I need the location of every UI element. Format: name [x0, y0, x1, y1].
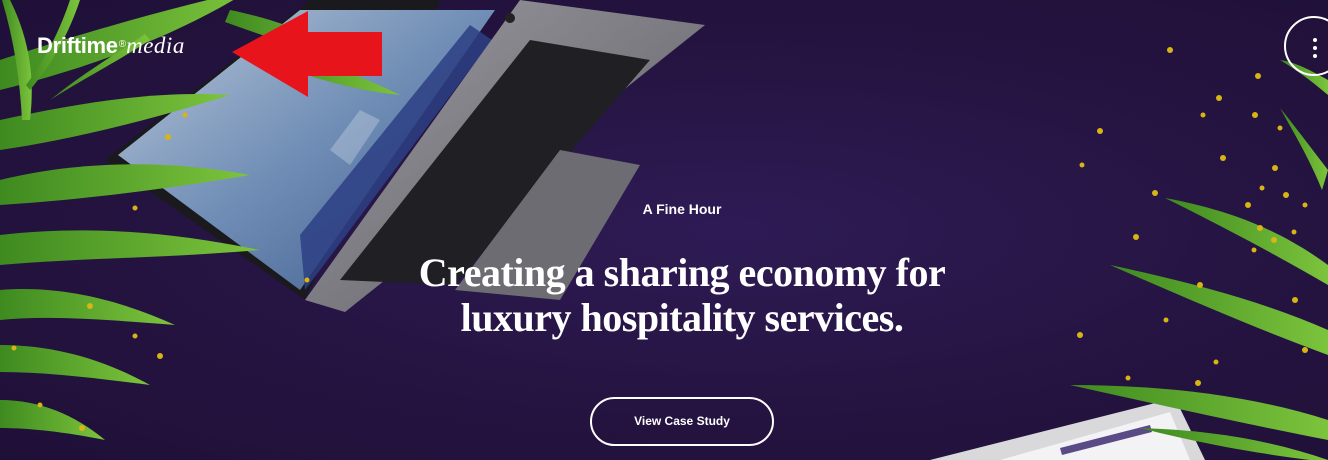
- hero-background-artwork: [0, 0, 1328, 460]
- view-case-study-button[interactable]: View Case Study: [590, 397, 774, 446]
- headline-line-1: Creating a sharing economy for: [418, 250, 946, 295]
- registered-mark: ®: [118, 38, 127, 50]
- headline-line-2: luxury hospitality services.: [460, 295, 904, 340]
- hero-section: Driftime®media A Fine Hour Creating a sh…: [0, 0, 1328, 460]
- logo-brand: Driftime: [37, 33, 118, 58]
- tablet-image: [930, 398, 1205, 460]
- project-name: A Fine Hour: [642, 201, 722, 217]
- logo-suffix: media: [126, 33, 185, 58]
- site-logo[interactable]: Driftime®media: [37, 33, 185, 59]
- hero-headline: Creating a sharing economy for luxury ho…: [0, 250, 1328, 340]
